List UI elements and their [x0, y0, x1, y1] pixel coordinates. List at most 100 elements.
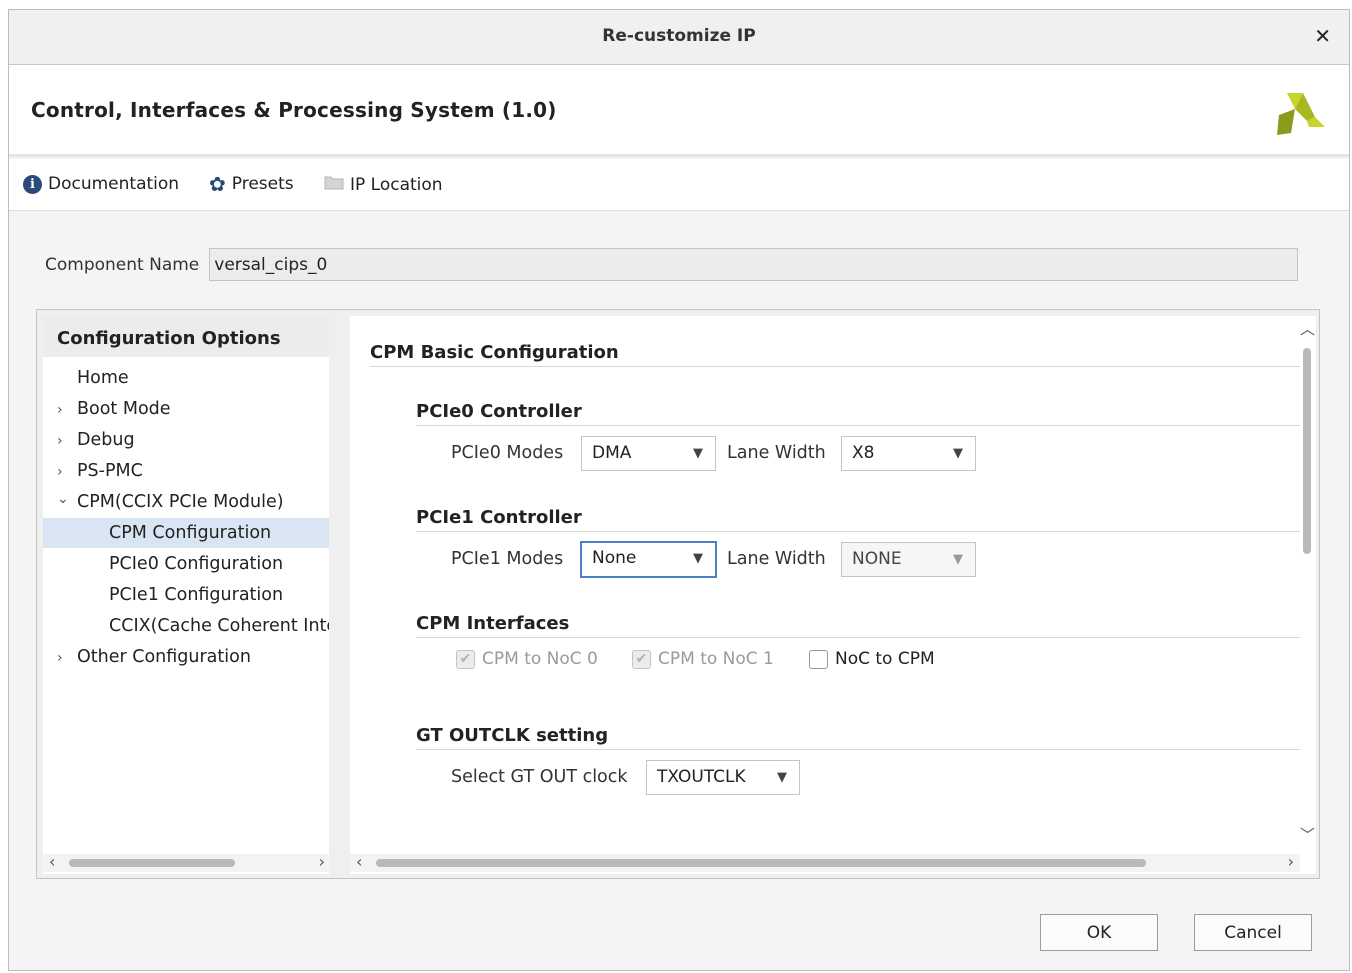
ip-header: Control, Interfaces & Processing System …	[9, 65, 1349, 157]
pcie0-modes-select[interactable]: DMA ▼	[581, 436, 716, 471]
tree-item-label: Home	[77, 368, 129, 388]
tree-item-pcie0-configuration[interactable]: PCIe0 Configuration	[109, 549, 283, 579]
cpm-to-noc1-checkbox[interactable]: ✔ CPM to NoC 1	[632, 649, 774, 669]
cpm-to-noc0-label: CPM to NoC 0	[482, 649, 598, 669]
pcie0-controller-title: PCIe0 Controller	[416, 401, 582, 422]
tree-item-label: PCIe0 Configuration	[109, 554, 284, 574]
divider	[416, 425, 1300, 426]
pcie1-controller-title: PCIe1 Controller	[416, 507, 582, 528]
tree-item-label: Other Configuration	[77, 647, 251, 667]
tree-item-label: Debug	[77, 430, 135, 450]
check-icon: ✔	[632, 649, 651, 669]
pcie1-lane-width-value: NONE	[852, 549, 902, 569]
divider	[416, 749, 1300, 750]
window-title: Re-customize IP	[602, 26, 756, 46]
noc-to-cpm-checkbox[interactable]: NoC to CPM	[809, 649, 935, 669]
gear-icon: ✿	[209, 171, 226, 196]
tree-item-ccix[interactable]: CCIX(Cache Coherent Interconnect)	[109, 611, 329, 641]
tree-item-pcie1-configuration[interactable]: PCIe1 Configuration	[109, 580, 283, 610]
info-icon: i	[23, 174, 42, 194]
divider	[370, 366, 1300, 367]
right-horizontal-scrollbar[interactable]: ‹ ›	[350, 852, 1300, 872]
tree-item-label: CPM(CCIX PCIe Module)	[77, 492, 284, 512]
tree-item-debug[interactable]: › Debug	[57, 425, 135, 455]
documentation-label: Documentation	[48, 174, 180, 194]
recustomize-ip-dialog: Re-customize IP ✕ Control, Interfaces & …	[8, 9, 1350, 971]
pcie0-modes-label: PCIe0 Modes	[451, 443, 564, 463]
scroll-right-icon[interactable]: ›	[319, 852, 325, 871]
xilinx-logo-icon	[1277, 93, 1325, 135]
chevron-down-icon: ▼	[953, 552, 963, 567]
noc-to-cpm-label: NoC to CPM	[835, 649, 935, 669]
pcie0-lane-width-label: Lane Width	[727, 443, 826, 463]
documentation-button[interactable]: i Documentation	[23, 174, 179, 194]
chevron-down-icon: ▼	[693, 551, 703, 566]
cpm-interfaces-title: CPM Interfaces	[416, 613, 570, 634]
left-horizontal-scrollbar[interactable]: ‹ ›	[43, 852, 329, 872]
chevron-down-icon: ▼	[693, 446, 703, 461]
cpm-basic-configuration-title: CPM Basic Configuration	[370, 342, 619, 363]
scroll-left-icon[interactable]: ‹	[49, 852, 55, 871]
ip-location-label: IP Location	[350, 174, 443, 195]
gt-out-clock-value: TXOUTCLK	[657, 767, 746, 787]
ip-location-button[interactable]: IP Location	[324, 174, 443, 195]
cpm-configuration-panel: CPM Basic Configuration PCIe0 Controller…	[350, 316, 1316, 874]
toolbar: i Documentation ✿ Presets IP Location	[9, 159, 1349, 211]
cpm-to-noc0-checkbox[interactable]: ✔ CPM to NoC 0	[456, 649, 598, 669]
pcie0-lane-width-select[interactable]: X8 ▼	[841, 436, 976, 471]
tree-item-other-configuration[interactable]: › Other Configuration	[57, 642, 251, 672]
gt-outclk-setting-title: GT OUTCLK setting	[416, 725, 609, 746]
chevron-down-icon: ▼	[953, 446, 963, 461]
check-icon: ✔	[456, 649, 475, 669]
tree-item-cpm[interactable]: ⌄ CPM(CCIX PCIe Module)	[57, 487, 284, 517]
checkbox-empty-icon	[809, 649, 828, 669]
tree-item-home[interactable]: Home	[57, 363, 129, 393]
divider	[416, 531, 1300, 532]
ok-button[interactable]: OK	[1040, 914, 1158, 951]
chevron-right-icon[interactable]: ›	[57, 457, 77, 487]
chevron-right-icon[interactable]: ›	[57, 643, 77, 673]
close-icon[interactable]: ✕	[1314, 24, 1331, 48]
component-name-row: Component Name	[45, 248, 1299, 281]
tree-item-label: CCIX(Cache Coherent Interconnect)	[109, 616, 329, 636]
gt-out-clock-select[interactable]: TXOUTCLK ▼	[646, 760, 800, 795]
main-panel: Configuration Options Home › Boot Mode › D…	[36, 309, 1320, 879]
scroll-down-icon[interactable]: ﹀	[1300, 824, 1315, 845]
scrollbar-thumb[interactable]	[69, 859, 235, 867]
cpm-to-noc1-label: CPM to NoC 1	[658, 649, 774, 669]
folder-icon	[324, 174, 344, 195]
scroll-left-icon[interactable]: ‹	[356, 852, 362, 871]
config-tree: Home › Boot Mode › Debug › PS-PMC ⌄ CPM(CCIX…	[43, 316, 329, 836]
component-name-label: Component Name	[45, 254, 200, 275]
pcie1-modes-value: None	[592, 548, 637, 568]
pcie1-lane-width-label: Lane Width	[727, 549, 826, 569]
tree-item-label: PS-PMC	[77, 461, 143, 481]
chevron-right-icon[interactable]: ›	[57, 426, 77, 456]
presets-label: Presets	[231, 174, 294, 194]
tree-item-label: CPM Configuration	[109, 523, 272, 543]
presets-button[interactable]: ✿ Presets	[209, 171, 294, 196]
pcie1-modes-select[interactable]: None ▼	[580, 541, 717, 578]
configuration-options-panel: Configuration Options Home › Boot Mode › D…	[43, 316, 329, 874]
scroll-right-icon[interactable]: ›	[1288, 852, 1294, 871]
chevron-right-icon[interactable]: ›	[57, 395, 77, 425]
right-vertical-scrollbar[interactable]: ︿ ﹀	[1298, 316, 1316, 846]
chevron-down-icon: ▼	[777, 770, 787, 785]
scrollbar-thumb[interactable]	[1303, 348, 1311, 554]
tree-item-cpm-configuration[interactable]: CPM Configuration	[43, 518, 329, 548]
select-gt-out-clock-label: Select GT OUT clock	[451, 767, 628, 787]
tree-item-label: PCIe1 Configuration	[109, 585, 284, 605]
pcie0-lane-width-value: X8	[852, 443, 875, 463]
pcie1-lane-width-select[interactable]: NONE ▼	[841, 542, 976, 577]
chevron-down-icon[interactable]: ⌄	[57, 484, 77, 514]
ip-title: Control, Interfaces & Processing System …	[31, 98, 557, 122]
tree-item-boot-mode[interactable]: › Boot Mode	[57, 394, 171, 424]
scrollbar-thumb[interactable]	[376, 859, 1146, 867]
pcie1-modes-label: PCIe1 Modes	[451, 549, 564, 569]
pcie0-modes-value: DMA	[592, 443, 632, 463]
tree-item-label: Boot Mode	[77, 399, 171, 419]
scroll-up-icon[interactable]: ︿	[1300, 318, 1315, 339]
tree-item-ps-pmc[interactable]: › PS-PMC	[57, 456, 143, 486]
cancel-button[interactable]: Cancel	[1194, 914, 1312, 951]
component-name-input[interactable]	[209, 248, 1299, 281]
